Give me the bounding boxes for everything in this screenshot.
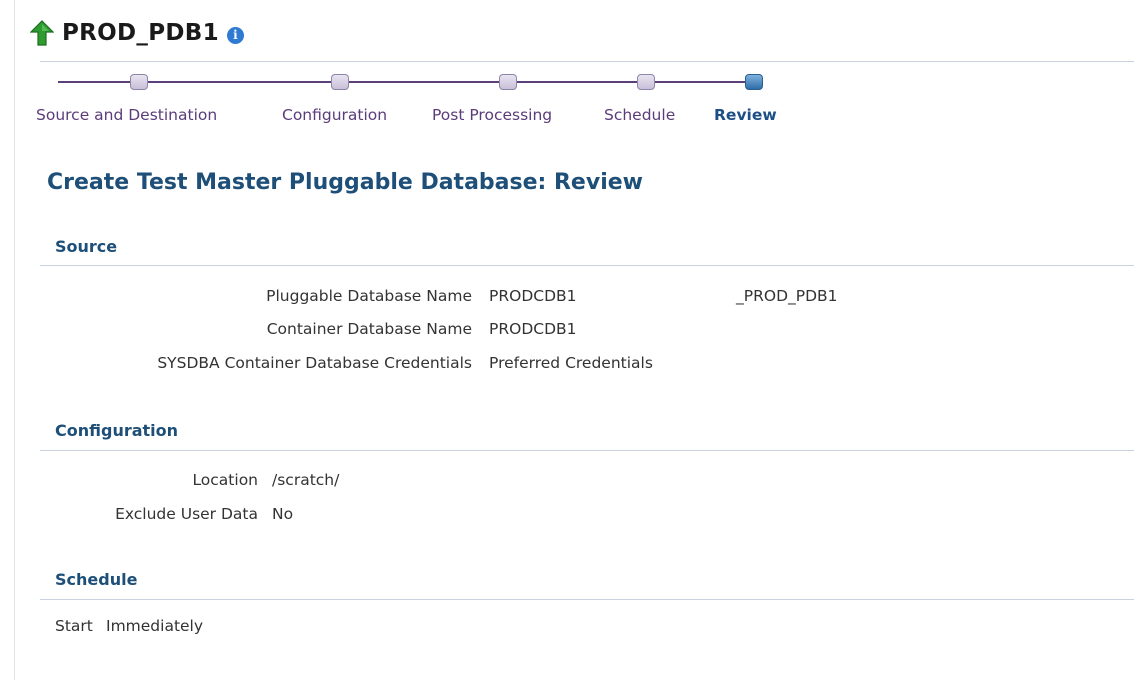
train-stop-configuration[interactable] — [331, 74, 349, 90]
exclude-user-data-label: Exclude User Data — [115, 505, 258, 523]
cdb-name-value: PRODCDB1 — [489, 320, 577, 338]
pdb-name-value: PRODCDB1 — [489, 287, 577, 305]
wizard-train: Source and Destination Configuration Pos… — [0, 0, 1134, 140]
schedule-divider — [40, 599, 1134, 600]
train-label-source-and-destination[interactable]: Source and Destination — [36, 106, 217, 124]
source-section-title: Source — [55, 237, 118, 256]
exclude-user-data-value: No — [272, 505, 294, 523]
sysdba-credentials-value: Preferred Credentials — [489, 354, 653, 372]
start-value: Immediately — [106, 617, 204, 635]
train-label-schedule[interactable]: Schedule — [604, 106, 675, 124]
train-label-post-processing[interactable]: Post Processing — [432, 106, 552, 124]
train-stop-schedule[interactable] — [637, 74, 655, 90]
train-connector — [340, 81, 508, 83]
sysdba-credentials-label: SYSDBA Container Database Credentials — [157, 354, 472, 372]
pdb-name-value-suffix: _PROD_PDB1 — [736, 287, 838, 305]
pdb-name-label: Pluggable Database Name — [266, 287, 472, 305]
train-stop-post-processing[interactable] — [499, 74, 517, 90]
review-heading: Create Test Master Pluggable Database: R… — [47, 170, 643, 195]
train-label-configuration[interactable]: Configuration — [282, 106, 387, 124]
train-label-review: Review — [714, 106, 777, 124]
location-label: Location — [192, 471, 258, 489]
train-connector — [58, 81, 340, 83]
train-stop-review — [745, 74, 763, 90]
schedule-section-title: Schedule — [55, 570, 138, 589]
train-connector — [646, 81, 754, 83]
cdb-name-label: Container Database Name — [266, 320, 472, 338]
configuration-section-title: Configuration — [55, 421, 179, 440]
train-stop-source-and-destination[interactable] — [130, 74, 148, 90]
train-connector — [508, 81, 646, 83]
configuration-divider — [40, 450, 1134, 451]
start-label: Start — [55, 617, 93, 635]
source-divider — [40, 265, 1134, 266]
location-value: /scratch/ — [272, 471, 340, 489]
